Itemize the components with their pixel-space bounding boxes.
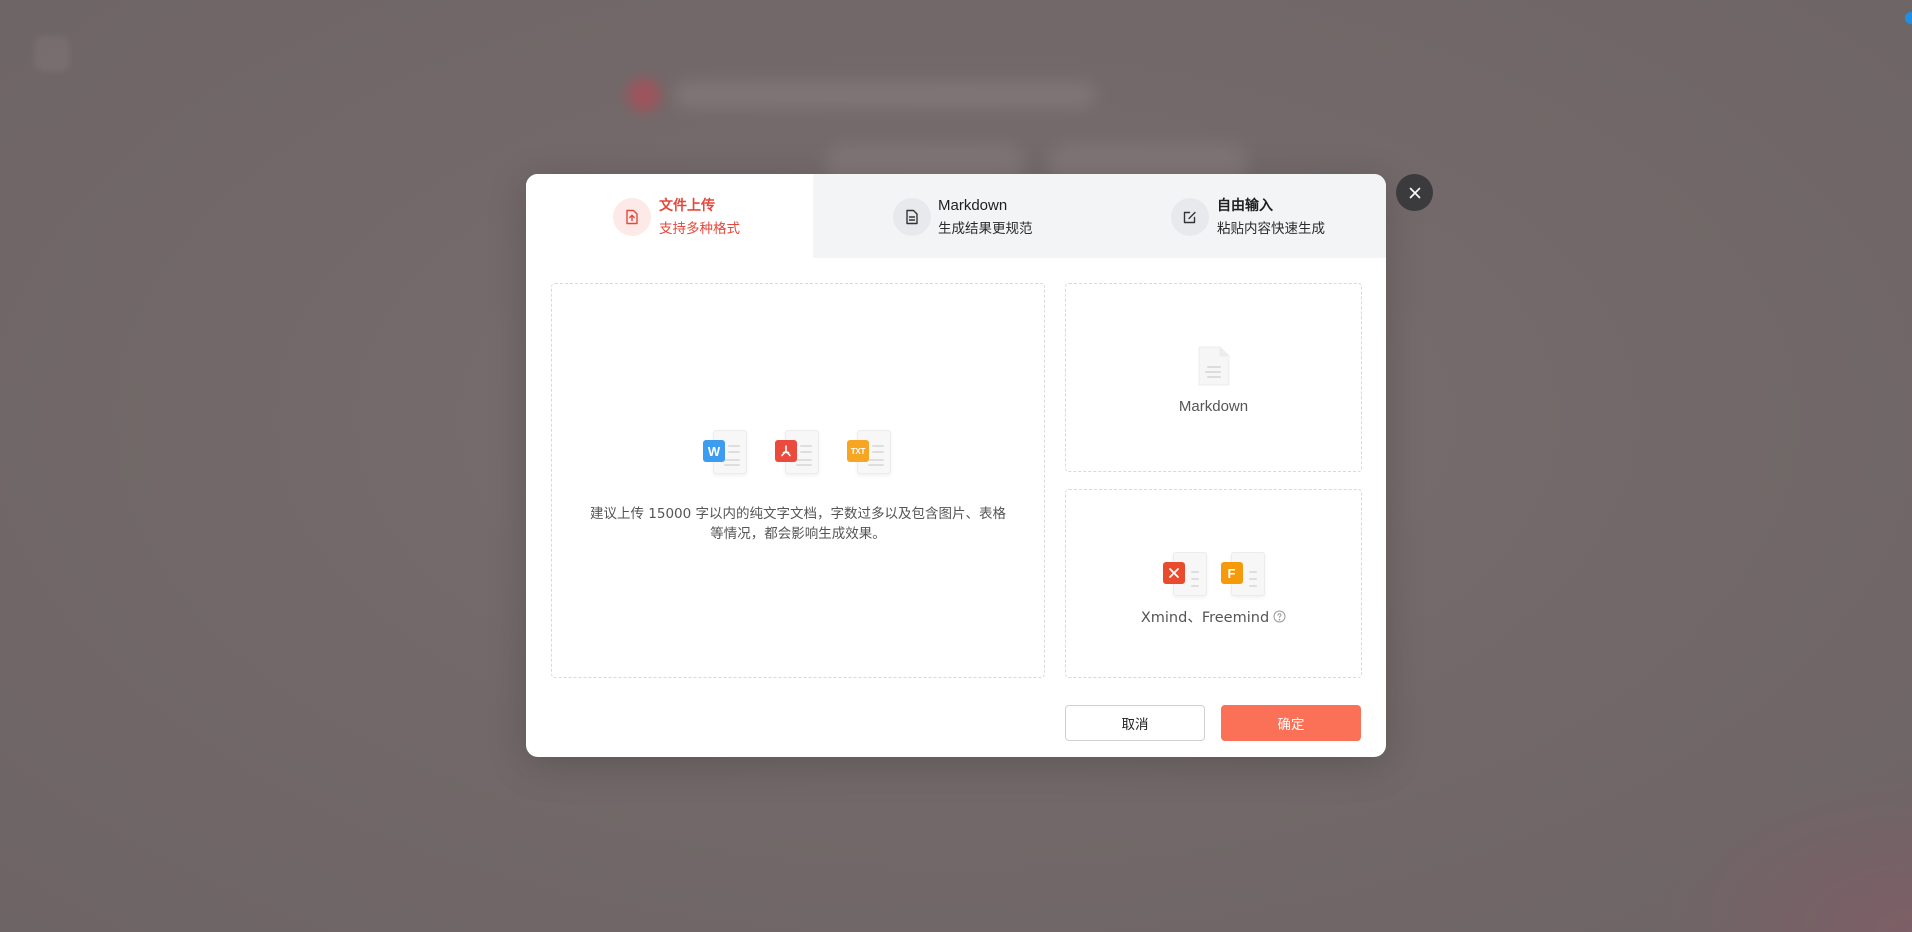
tab-title: 自由输入 (1217, 198, 1273, 214)
mindmap-option-label: Xmind、Freemind (1140, 610, 1270, 626)
background-title-icon (627, 78, 661, 112)
mindmap-upload-option[interactable]: F Xmind、Freemind (1065, 489, 1362, 678)
document-icon (893, 198, 931, 236)
close-icon (1409, 187, 1420, 198)
import-dialog: 文件上传 支持多种格式 Markdown 生成结果更规范 自由输入 粘贴内容快速… (526, 174, 1386, 757)
edit-icon (1171, 198, 1209, 236)
cancel-button[interactable]: 取消 (1065, 705, 1205, 741)
mindmap-option-label-row: Xmind、Freemind (1066, 606, 1361, 627)
tab-title: Markdown (938, 197, 1008, 214)
close-button[interactable] (1396, 174, 1433, 211)
confirm-button[interactable]: 确定 (1221, 705, 1361, 741)
markdown-upload-option[interactable]: Markdown (1065, 283, 1362, 472)
tab-subtitle: 粘贴内容快速生成 (1217, 221, 1325, 237)
file-type-icons: W TXT (552, 430, 1044, 476)
file-upload-icon (613, 198, 651, 236)
help-icon[interactable] (1273, 610, 1286, 623)
mindmap-file-icons: F (1066, 552, 1361, 596)
tab-free-input[interactable]: 自由输入 粘贴内容快速生成 (1100, 174, 1386, 258)
freemind-file-icon: F (1220, 552, 1265, 596)
tab-file-upload[interactable]: 文件上传 支持多种格式 (526, 174, 813, 258)
background-gradient (1652, 772, 1912, 932)
tab-subtitle: 生成结果更规范 (938, 221, 1033, 237)
pdf-file-icon (775, 430, 821, 476)
status-dot (1905, 12, 1912, 24)
upload-hint-line: 建议上传 15000 字以内的纯文字文档，字数过多以及包含图片、表格 (589, 506, 1007, 522)
upload-hint: 建议上传 15000 字以内的纯文字文档，字数过多以及包含图片、表格 等情况，都… (582, 504, 1014, 544)
file-upload-dropzone[interactable]: W TXT 建议上传 15000 字以内的纯文字文档，字数过多以及包含图片、表格… (551, 283, 1045, 678)
tab-subtitle: 支持多种格式 (659, 221, 740, 237)
txt-file-icon: TXT (847, 430, 893, 476)
tab-markdown[interactable]: Markdown 生成结果更规范 (813, 174, 1100, 258)
background-title (675, 82, 1095, 108)
screen: 文件上传 支持多种格式 Markdown 生成结果更规范 自由输入 粘贴内容快速… (0, 0, 1912, 932)
upload-hint-line: 等情况，都会影响生成效果。 (710, 526, 886, 542)
word-file-icon: W (703, 430, 749, 476)
markdown-option-label: Markdown (1178, 398, 1249, 415)
background-logo (34, 36, 70, 72)
xmind-file-icon (1162, 552, 1207, 596)
import-tabs: 文件上传 支持多种格式 Markdown 生成结果更规范 自由输入 粘贴内容快速… (526, 174, 1386, 258)
tab-title: 文件上传 (659, 198, 715, 214)
markdown-file-icon (1194, 344, 1234, 388)
